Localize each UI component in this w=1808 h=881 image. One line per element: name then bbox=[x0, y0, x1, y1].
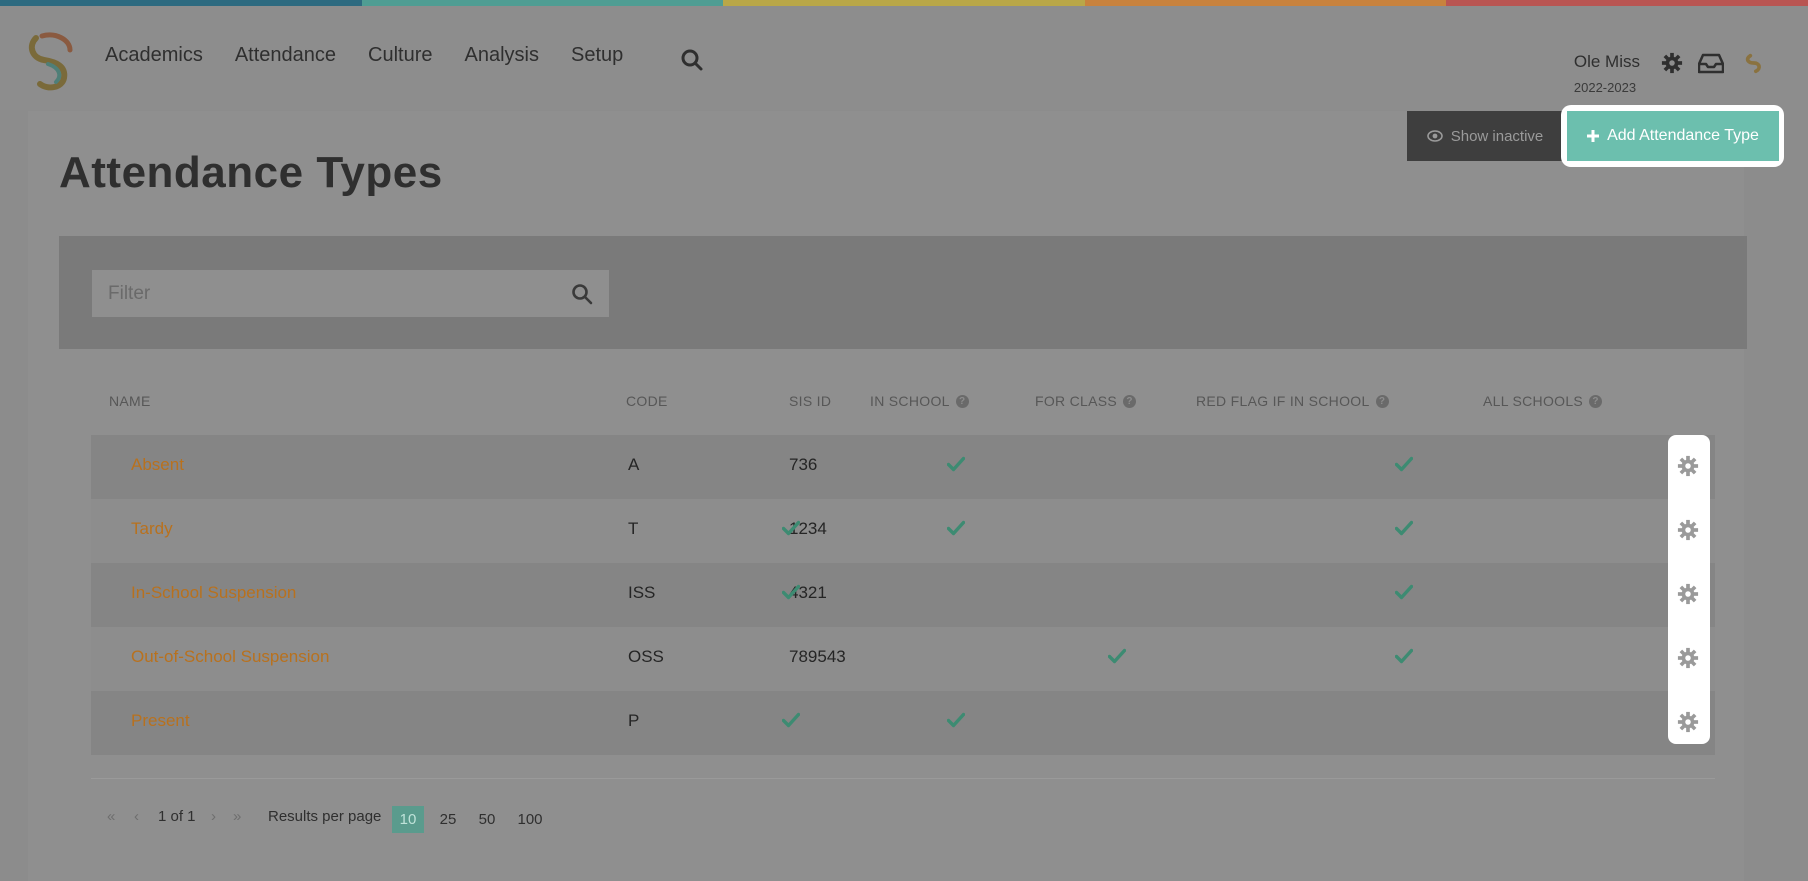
sis-id-cell: 789543 bbox=[789, 647, 846, 666]
attendance-type-link[interactable]: Out-of-School Suspension bbox=[131, 647, 329, 667]
code-cell: OSS bbox=[628, 647, 664, 666]
table-row: Out-of-School Suspension OSS 789543 bbox=[91, 627, 1715, 691]
filter-placeholder: Filter bbox=[108, 282, 151, 304]
row-settings-gear-icon[interactable] bbox=[1677, 647, 1699, 669]
column-header-label: CODE bbox=[626, 393, 668, 409]
help-icon[interactable]: ? bbox=[1375, 394, 1389, 408]
brand-icon[interactable] bbox=[1742, 52, 1766, 74]
table-row: Tardy T 1234 bbox=[91, 499, 1715, 563]
next-page-icon[interactable]: › bbox=[211, 808, 216, 825]
column-header-label: IN SCHOOL bbox=[870, 393, 950, 409]
all-schools-check-icon bbox=[1394, 648, 1414, 664]
column-header-all-schools[interactable]: ALL SCHOOLS? bbox=[1483, 393, 1603, 409]
help-icon[interactable]: ? bbox=[1589, 394, 1603, 408]
table-row: Absent A 736 bbox=[91, 435, 1715, 499]
prev-page-icon[interactable]: ‹ bbox=[134, 808, 139, 825]
column-header-code[interactable]: CODE bbox=[626, 393, 668, 409]
code-cell: T bbox=[628, 519, 639, 538]
nav-setup[interactable]: Setup bbox=[571, 44, 623, 67]
column-header-for-class[interactable]: FOR CLASS? bbox=[1035, 393, 1137, 409]
all-schools-check-icon bbox=[1394, 520, 1414, 536]
school-name: Ole Miss bbox=[1573, 52, 1640, 71]
row-settings-gear-icon[interactable] bbox=[1677, 519, 1699, 541]
column-header-in-school[interactable]: IN SCHOOL? bbox=[870, 393, 969, 409]
for-class-check-icon bbox=[946, 520, 966, 536]
search-icon[interactable] bbox=[680, 48, 704, 72]
nav-academics[interactable]: Academics bbox=[105, 44, 203, 67]
help-icon[interactable]: ? bbox=[955, 394, 969, 408]
eye-icon bbox=[1426, 130, 1443, 142]
column-header-label: ALL SCHOOLS bbox=[1483, 393, 1584, 409]
column-header-label: SIS ID bbox=[789, 393, 832, 409]
page-info: 1 of 1 bbox=[158, 808, 196, 825]
column-header-sis-id[interactable]: SIS ID bbox=[789, 393, 831, 409]
column-header-name[interactable]: NAME bbox=[109, 393, 151, 409]
table-divider bbox=[91, 778, 1715, 779]
nav-culture[interactable]: Culture bbox=[368, 44, 432, 67]
row-settings-gear-icon[interactable] bbox=[1677, 455, 1699, 477]
table-row: In-School Suspension ISS 4321 bbox=[91, 563, 1715, 627]
column-header-label: RED FLAG IF IN SCHOOL bbox=[1196, 393, 1370, 409]
nav-attendance[interactable]: Attendance bbox=[235, 44, 336, 67]
column-header-label: NAME bbox=[109, 393, 151, 409]
in-school-check-icon bbox=[781, 712, 801, 728]
attendance-type-link[interactable]: Absent bbox=[131, 455, 184, 475]
main-nav: Academics Attendance Culture Analysis Se… bbox=[105, 44, 655, 67]
filter-input[interactable]: Filter bbox=[92, 270, 609, 317]
results-per-page-label: Results per page bbox=[268, 808, 382, 825]
row-settings-gear-icon[interactable] bbox=[1677, 711, 1699, 733]
column-header-label: FOR CLASS bbox=[1035, 393, 1118, 409]
for-class-check-icon bbox=[946, 712, 966, 728]
add-attendance-type-button[interactable]: Add Attendance Type bbox=[1567, 111, 1779, 161]
gear-icon[interactable] bbox=[1660, 52, 1684, 74]
attendance-type-link[interactable]: Tardy bbox=[131, 519, 173, 539]
school-year: 2022-2023 bbox=[1573, 80, 1637, 95]
all-schools-check-icon bbox=[1394, 456, 1414, 472]
code-cell: A bbox=[628, 455, 640, 474]
first-page-icon[interactable]: « bbox=[107, 808, 115, 825]
attendance-type-link[interactable]: Present bbox=[131, 711, 190, 731]
add-attendance-type-label: Add Attendance Type bbox=[1607, 127, 1759, 144]
school-selector[interactable]: Ole Miss 2022-2023 bbox=[1574, 52, 1640, 95]
column-header-red-flag[interactable]: RED FLAG IF IN SCHOOL? bbox=[1196, 393, 1389, 409]
app-logo-icon[interactable] bbox=[26, 30, 80, 92]
code-cell: P bbox=[628, 711, 640, 730]
code-cell: ISS bbox=[628, 583, 656, 602]
page-size-50[interactable]: 50 bbox=[470, 806, 504, 833]
plus-icon bbox=[1587, 130, 1600, 142]
for-class-check-icon bbox=[946, 456, 966, 472]
attendance-type-link[interactable]: In-School Suspension bbox=[131, 583, 296, 603]
nav-analysis[interactable]: Analysis bbox=[465, 44, 539, 67]
page-size-10[interactable]: 10 bbox=[392, 806, 424, 833]
sis-id-cell: 736 bbox=[789, 455, 818, 474]
page-size-25[interactable]: 25 bbox=[431, 806, 465, 833]
top-header: Academics Attendance Culture Analysis Se… bbox=[0, 6, 1808, 110]
table-row: Present P bbox=[91, 691, 1715, 755]
all-schools-check-icon bbox=[1394, 584, 1414, 600]
in-school-check-icon bbox=[781, 584, 801, 600]
inbox-icon[interactable] bbox=[1698, 52, 1724, 74]
help-icon[interactable]: ? bbox=[1123, 394, 1137, 408]
show-inactive-button[interactable]: Show inactive bbox=[1407, 111, 1563, 161]
in-school-check-icon bbox=[781, 520, 801, 536]
page-size-100[interactable]: 100 bbox=[512, 806, 548, 833]
page-title: Attendance Types bbox=[59, 148, 443, 197]
red-flag-check-icon bbox=[1107, 648, 1127, 664]
show-inactive-label: Show inactive bbox=[1450, 127, 1544, 145]
last-page-icon[interactable]: » bbox=[233, 808, 241, 825]
row-settings-gear-icon[interactable] bbox=[1677, 583, 1699, 605]
search-icon[interactable] bbox=[571, 283, 593, 305]
